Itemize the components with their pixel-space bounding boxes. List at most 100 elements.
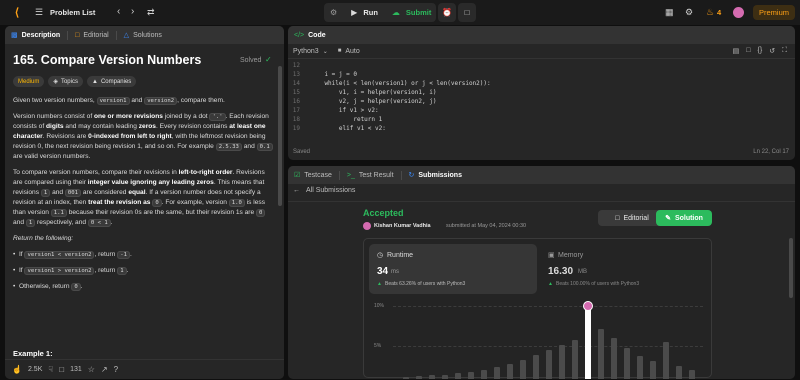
notes-icon[interactable]: ▤ — [733, 47, 740, 55]
chart-bar[interactable] — [520, 360, 526, 379]
star-icon[interactable]: ☆ — [88, 365, 95, 374]
chart-bar[interactable] — [598, 329, 604, 379]
chart-bar[interactable] — [468, 372, 474, 379]
chevron-down-icon[interactable]: ⌄ — [323, 48, 328, 55]
thumbs-down-icon[interactable]: ☟ — [48, 365, 53, 374]
chart-bar[interactable] — [611, 338, 617, 379]
code-line: 13 i = j = 0 — [288, 70, 795, 79]
tag-icon: ◈ — [53, 79, 58, 85]
scrollbar[interactable] — [278, 66, 282, 206]
tab-test-result[interactable]: Test Result — [359, 172, 394, 179]
solution-button[interactable]: ✎ Solution — [656, 210, 712, 226]
chart-bar[interactable] — [455, 373, 461, 379]
reset-icon[interactable]: ↺ — [769, 47, 775, 55]
chart-bar[interactable] — [403, 377, 409, 379]
topics-tag[interactable]: ◈ Topics — [48, 76, 83, 87]
lock-icon: ▲ — [91, 78, 98, 85]
upload-icon[interactable]: ☁ — [392, 8, 400, 17]
cursor-position: Ln 22, Col 17 — [753, 149, 789, 155]
chart-bar[interactable] — [442, 375, 448, 379]
code-icon: </> — [294, 31, 305, 39]
play-icon[interactable]: ▶ — [351, 8, 357, 17]
line-number: 13 — [292, 71, 300, 78]
tab-testcase[interactable]: Testcase — [304, 172, 332, 179]
line-number: 19 — [292, 125, 300, 132]
chart-bar[interactable] — [572, 340, 578, 379]
comment-icon[interactable]: □ — [59, 365, 64, 374]
run-button[interactable]: Run — [363, 8, 378, 17]
history-icon: ↻ — [408, 172, 415, 179]
chart-bar[interactable] — [494, 367, 500, 379]
beats-icon: ▲ — [377, 281, 382, 287]
memory-label: Memory — [558, 252, 584, 259]
all-submissions-link[interactable]: ← All Submissions — [293, 187, 355, 194]
code-panel: </> Code Python3 ⌄ ■ Auto ▤ □ {} ↺ ⛶ 12 … — [288, 26, 795, 160]
user-name[interactable]: Kishan Kumar Vadhia — [374, 223, 431, 229]
submit-button[interactable]: Submit — [406, 8, 431, 17]
streak-count: 4 — [717, 8, 722, 17]
tab-solutions[interactable]: Solutions — [133, 32, 162, 39]
solved-check-icon: ✓ — [265, 55, 272, 64]
code-text: return 1 — [310, 116, 383, 123]
code-editor[interactable]: 12 13 i = j = 0 14 while(i < len(version… — [288, 61, 795, 133]
shuffle-icon[interactable]: ⇄ — [147, 7, 155, 18]
tab-submissions[interactable]: Submissions — [418, 172, 462, 179]
companies-tag[interactable]: ▲ Companies — [86, 76, 137, 87]
tab-editorial[interactable]: Editorial — [83, 32, 108, 39]
code-text: while(i < len(version1) or j < len(versi… — [310, 80, 491, 87]
braces-icon[interactable]: {} — [758, 47, 763, 55]
timer-button[interactable]: ⏰ — [438, 3, 456, 22]
chart-bar[interactable] — [559, 345, 565, 379]
chart-bar-highlight[interactable] — [583, 301, 593, 379]
chart-bar[interactable] — [481, 370, 487, 379]
logo-icon[interactable]: ⟨ — [11, 6, 23, 19]
chart-bar[interactable] — [637, 356, 643, 379]
tab-description[interactable]: Description — [22, 32, 61, 39]
problem-list-link[interactable]: Problem List — [50, 8, 95, 17]
auto-mode[interactable]: Auto — [345, 48, 359, 55]
code-line: 15 v1, i = helper(version1, i) — [288, 88, 795, 97]
chart-bar[interactable] — [416, 376, 422, 379]
example-heading: Example 1: — [13, 349, 53, 358]
flask-icon: △ — [123, 32, 130, 39]
expand-icon[interactable]: ⛶ — [782, 47, 787, 55]
chart-bar[interactable] — [650, 361, 656, 379]
statement-paragraph: To compare version numbers, compare thei… — [13, 169, 266, 227]
statement-paragraph: Version numbers consist of one or more r… — [13, 112, 275, 162]
notes-button[interactable]: □ — [458, 3, 476, 22]
code-text: v2, j = helper(version2, j) — [310, 98, 437, 105]
debug-icon[interactable]: ⚙ — [330, 8, 337, 17]
topics-label: Topics — [60, 78, 78, 85]
code-text: if v1 > v2: — [310, 107, 379, 114]
settings-gear-icon[interactable]: ⚙ — [685, 7, 693, 18]
problem-title: 165. Compare Version Numbers — [13, 53, 202, 67]
chart-bar[interactable] — [546, 350, 552, 379]
layout-grid-icon[interactable]: ▦ — [665, 7, 674, 18]
chart-bar[interactable] — [533, 355, 539, 379]
avatar[interactable] — [733, 7, 744, 18]
chart-bar[interactable] — [624, 348, 630, 379]
bookmark-icon[interactable]: □ — [746, 47, 750, 55]
chart-bar[interactable] — [507, 364, 513, 379]
help-icon[interactable]: ? — [114, 365, 118, 374]
bar-area[interactable] — [403, 301, 703, 379]
chart-bar[interactable] — [429, 375, 435, 379]
language-select[interactable]: Python3 — [293, 48, 319, 55]
fire-icon[interactable]: ♨ — [706, 7, 714, 18]
save-status: Saved — [293, 149, 311, 155]
runtime-box[interactable]: ◷ Runtime 34 ms ▲ Beats 63.26% of users … — [369, 244, 537, 294]
chart-bar[interactable] — [676, 366, 682, 379]
lock-icon: ■ — [337, 48, 342, 54]
share-icon[interactable]: ↗ — [101, 365, 108, 374]
premium-button[interactable]: Premium — [753, 5, 795, 20]
prev-problem-icon[interactable]: ‹ — [117, 6, 120, 17]
problem-list-icon[interactable]: ☰ — [35, 7, 43, 18]
chart-bar[interactable] — [663, 342, 669, 379]
chart-bar[interactable] — [689, 370, 695, 379]
next-problem-icon[interactable]: › — [131, 6, 134, 17]
memory-box[interactable]: ▣ Memory 16.30 MB ▲ Beats 100.00% of use… — [540, 244, 708, 294]
run-submit-group: ⚙ ▶ Run ☁ Submit — [324, 3, 436, 22]
thumbs-up-icon[interactable]: ☝ — [12, 365, 22, 374]
scrollbar[interactable] — [789, 238, 793, 298]
book-icon: □ — [615, 214, 620, 222]
